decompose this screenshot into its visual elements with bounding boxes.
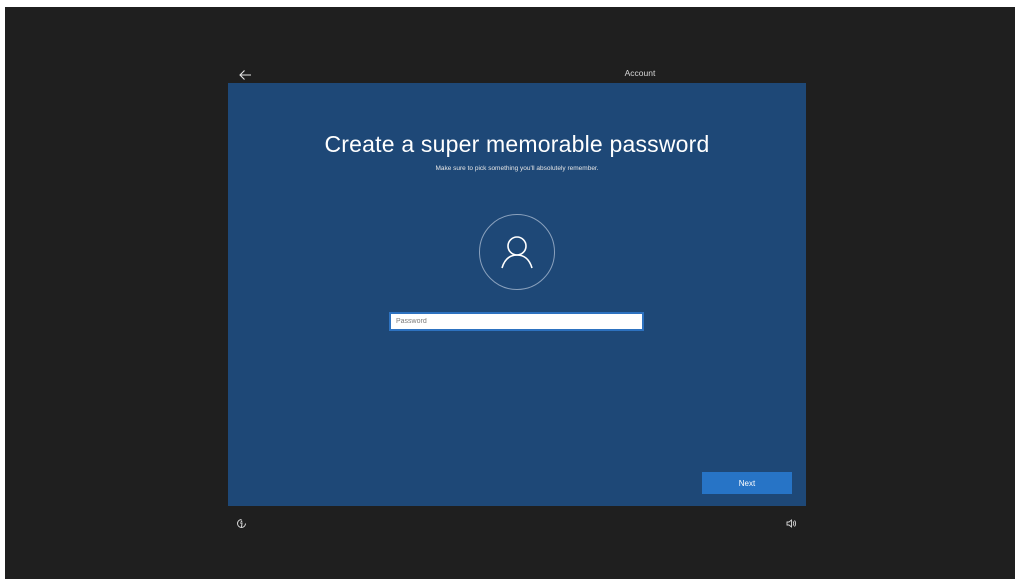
page-subtitle: Make sure to pick something you'll absol…	[435, 165, 599, 172]
speaker-icon	[786, 518, 796, 528]
ease-of-access-icon	[236, 518, 246, 528]
accessibility-button[interactable]	[233, 515, 249, 531]
page-title: Create a super memorable password	[324, 131, 710, 157]
volume-button[interactable]	[783, 515, 799, 531]
main-panel: Create a super memorable password Make s…	[228, 83, 806, 506]
password-input[interactable]	[389, 312, 644, 331]
arrow-left-icon	[239, 70, 251, 80]
person-icon	[501, 236, 533, 269]
next-button[interactable]: Next	[702, 472, 792, 494]
tab-account[interactable]: Account	[585, 62, 695, 84]
avatar	[479, 214, 555, 290]
oobe-screen: Account Create a super memorable passwor…	[5, 7, 1015, 579]
